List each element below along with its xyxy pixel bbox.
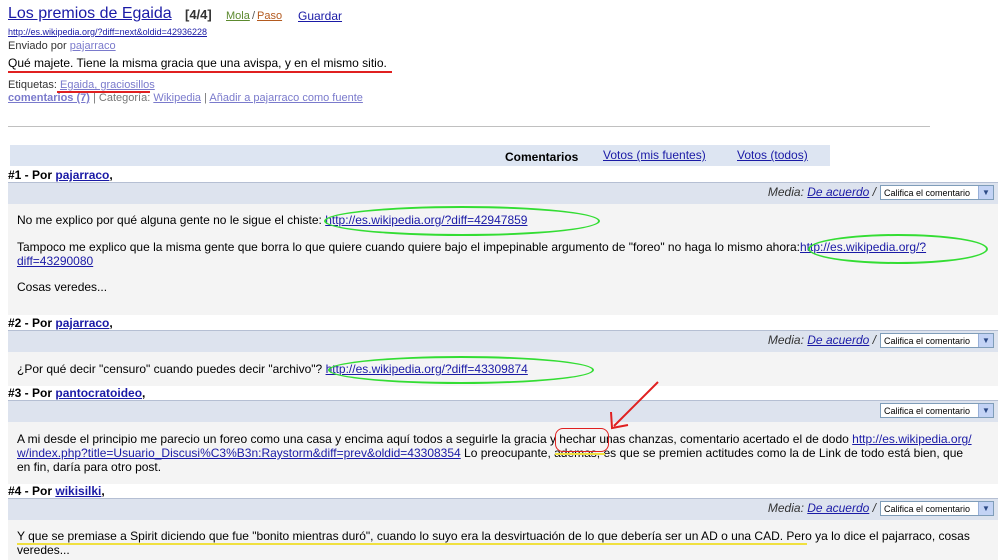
dodo-link-continued[interactable]: w/index.php?title=Usuario_Discusi%C3%B3n… [17, 446, 461, 460]
meta-separator: | [204, 92, 207, 104]
comment-number: #4 - Por [8, 484, 53, 498]
green-highlight-oval [808, 234, 988, 264]
rate-comment-select[interactable]: Califica el comentario ▼ [880, 333, 994, 348]
sent-label: Enviado por [8, 40, 67, 52]
comments-link[interactable]: comentarios (7) [8, 92, 90, 104]
rating-bar-2: Media: De acuerdo / Califica el comentar… [8, 330, 998, 352]
comment-text: Tampoco me explico que la misma gente qu… [17, 240, 800, 254]
add-source-link[interactable]: Añadir a pajarraco como fuente [209, 92, 362, 104]
comment-user-link[interactable]: pantocratoideo [55, 386, 142, 400]
media-slash: / [872, 333, 876, 347]
green-highlight-oval [324, 206, 600, 236]
tab-votos-fuentes[interactable]: Votos (mis fuentes) [603, 148, 706, 162]
comment-number: #3 - Por [8, 386, 53, 400]
comment-text: en fin, daría para otro post. [17, 460, 162, 474]
post-meta: comentarios (7) | Categoría: Wikipedia |… [8, 92, 363, 104]
comment-text: ¿Por qué decir "censuro" cuando puedes d… [17, 362, 323, 376]
sent-by: Enviado por pajarraco [8, 40, 116, 52]
media-label: Media: [767, 501, 804, 515]
comment-text: No me explico por qué alguna gente no le… [17, 213, 322, 227]
tab-comentarios[interactable]: Comentarios [505, 150, 578, 164]
post-title[interactable]: Los premios de Egaida [8, 5, 172, 23]
rate-comment-select[interactable]: Califica el comentario ▼ [880, 501, 994, 516]
comment-3-line-2: w/index.php?title=Usuario_Discusi%C3%B3n… [17, 446, 1002, 460]
comment-3-line-1: A mi desde el principio me parecio un fo… [17, 432, 1002, 446]
tab-votos-todos[interactable]: Votos (todos) [737, 148, 808, 162]
comment-4-line-1: Y que se premiase a Spirit diciendo que … [17, 529, 1002, 543]
green-highlight-oval [328, 356, 594, 384]
comment-user-link[interactable]: pajarraco [55, 316, 109, 330]
comment-text: Lo preocupante, ademas, es que se premie… [464, 446, 964, 460]
mola-link[interactable]: Mola [226, 10, 250, 22]
category-link[interactable]: Wikipedia [153, 92, 201, 104]
media-label: Media: [767, 185, 804, 199]
chevron-down-icon[interactable]: ▼ [978, 404, 993, 417]
media-rating: Media: De acuerdo / [768, 501, 876, 515]
comment-4-line-2: veredes... [17, 543, 70, 557]
tags-label: Etiquetas: [8, 79, 57, 91]
comment-user-link[interactable]: pajarraco [55, 168, 109, 182]
chevron-down-icon[interactable]: ▼ [978, 334, 993, 347]
media-slash: / [872, 185, 876, 199]
select-value: Califica el comentario [884, 406, 971, 416]
author-link[interactable]: pajarraco [70, 40, 116, 52]
red-underline-description [8, 71, 392, 73]
comma: , [101, 484, 105, 498]
source-url[interactable]: http://es.wikipedia.org/?diff=next&oldid… [8, 27, 207, 37]
media-label: Media: [767, 333, 804, 347]
category-label: | Categoría: [92, 92, 151, 104]
rate-comment-select[interactable]: Califica el comentario ▼ [880, 185, 994, 200]
comment-header-4: #4 - Por wikisilki, [8, 484, 105, 498]
comma: , [109, 168, 113, 182]
chevron-down-icon[interactable]: ▼ [978, 502, 993, 515]
comment-text: Cosas veredes... [17, 280, 108, 294]
comment-user-link[interactable]: wikisilki [55, 484, 101, 498]
select-value: Califica el comentario [884, 336, 971, 346]
vote-separator: / [252, 10, 256, 22]
save-link[interactable]: Guardar [298, 9, 342, 23]
dodo-link[interactable]: http://es.wikipedia.org/ [852, 432, 971, 446]
tags-links[interactable]: Egaida, graciosillos [60, 79, 155, 91]
diff-link-continued[interactable]: diff=43290080 [17, 254, 93, 268]
rating-bar-1: Media: De acuerdo / Califica el comentar… [8, 182, 998, 204]
comment-header-2: #2 - Por pajarraco, [8, 316, 113, 330]
media-value-link[interactable]: De acuerdo [807, 333, 869, 347]
comment-header-3: #3 - Por pantocratoideo, [8, 386, 145, 400]
tags-line: Etiquetas: Egaida, graciosillos [8, 79, 155, 91]
comma: , [142, 386, 146, 400]
comment-3-line-3: en fin, daría para otro post. [17, 460, 161, 474]
comment-1-para-3: Cosas veredes... [17, 280, 107, 294]
select-value: Califica el comentario [884, 504, 971, 514]
comment-number: #2 - Por [8, 316, 53, 330]
yellow-underline [555, 453, 605, 455]
rating-bar-3: Califica el comentario ▼ [8, 400, 998, 422]
comment-text: Y que se premiase a Spirit diciendo que … [17, 529, 970, 543]
post-count: [4/4] [185, 7, 212, 22]
media-rating: Media: De acuerdo / [768, 333, 876, 347]
media-value-link[interactable]: De acuerdo [807, 185, 869, 199]
comma: , [109, 316, 113, 330]
comment-header-1: #1 - Por pajarraco, [8, 168, 113, 182]
rate-comment-select[interactable]: Califica el comentario ▼ [880, 403, 994, 418]
red-arrow-icon [610, 381, 659, 430]
comment-text: veredes... [17, 543, 70, 557]
media-rating: Media: De acuerdo / [768, 185, 876, 199]
divider [8, 126, 930, 127]
paso-link[interactable]: Paso [257, 10, 282, 22]
chevron-down-icon[interactable]: ▼ [978, 186, 993, 199]
yellow-underline [17, 543, 807, 545]
comment-text: A mi desde el principio me parecio un fo… [17, 432, 849, 446]
comment-tabs: Comentarios Votos (mis fuentes) Votos (t… [10, 145, 830, 166]
rating-bar-4: Media: De acuerdo / Califica el comentar… [8, 498, 998, 520]
media-slash: / [872, 501, 876, 515]
select-value: Califica el comentario [884, 188, 971, 198]
post-description: Qué majete. Tiene la misma gracia que un… [8, 56, 387, 70]
media-value-link[interactable]: De acuerdo [807, 501, 869, 515]
comment-number: #1 - Por [8, 168, 53, 182]
